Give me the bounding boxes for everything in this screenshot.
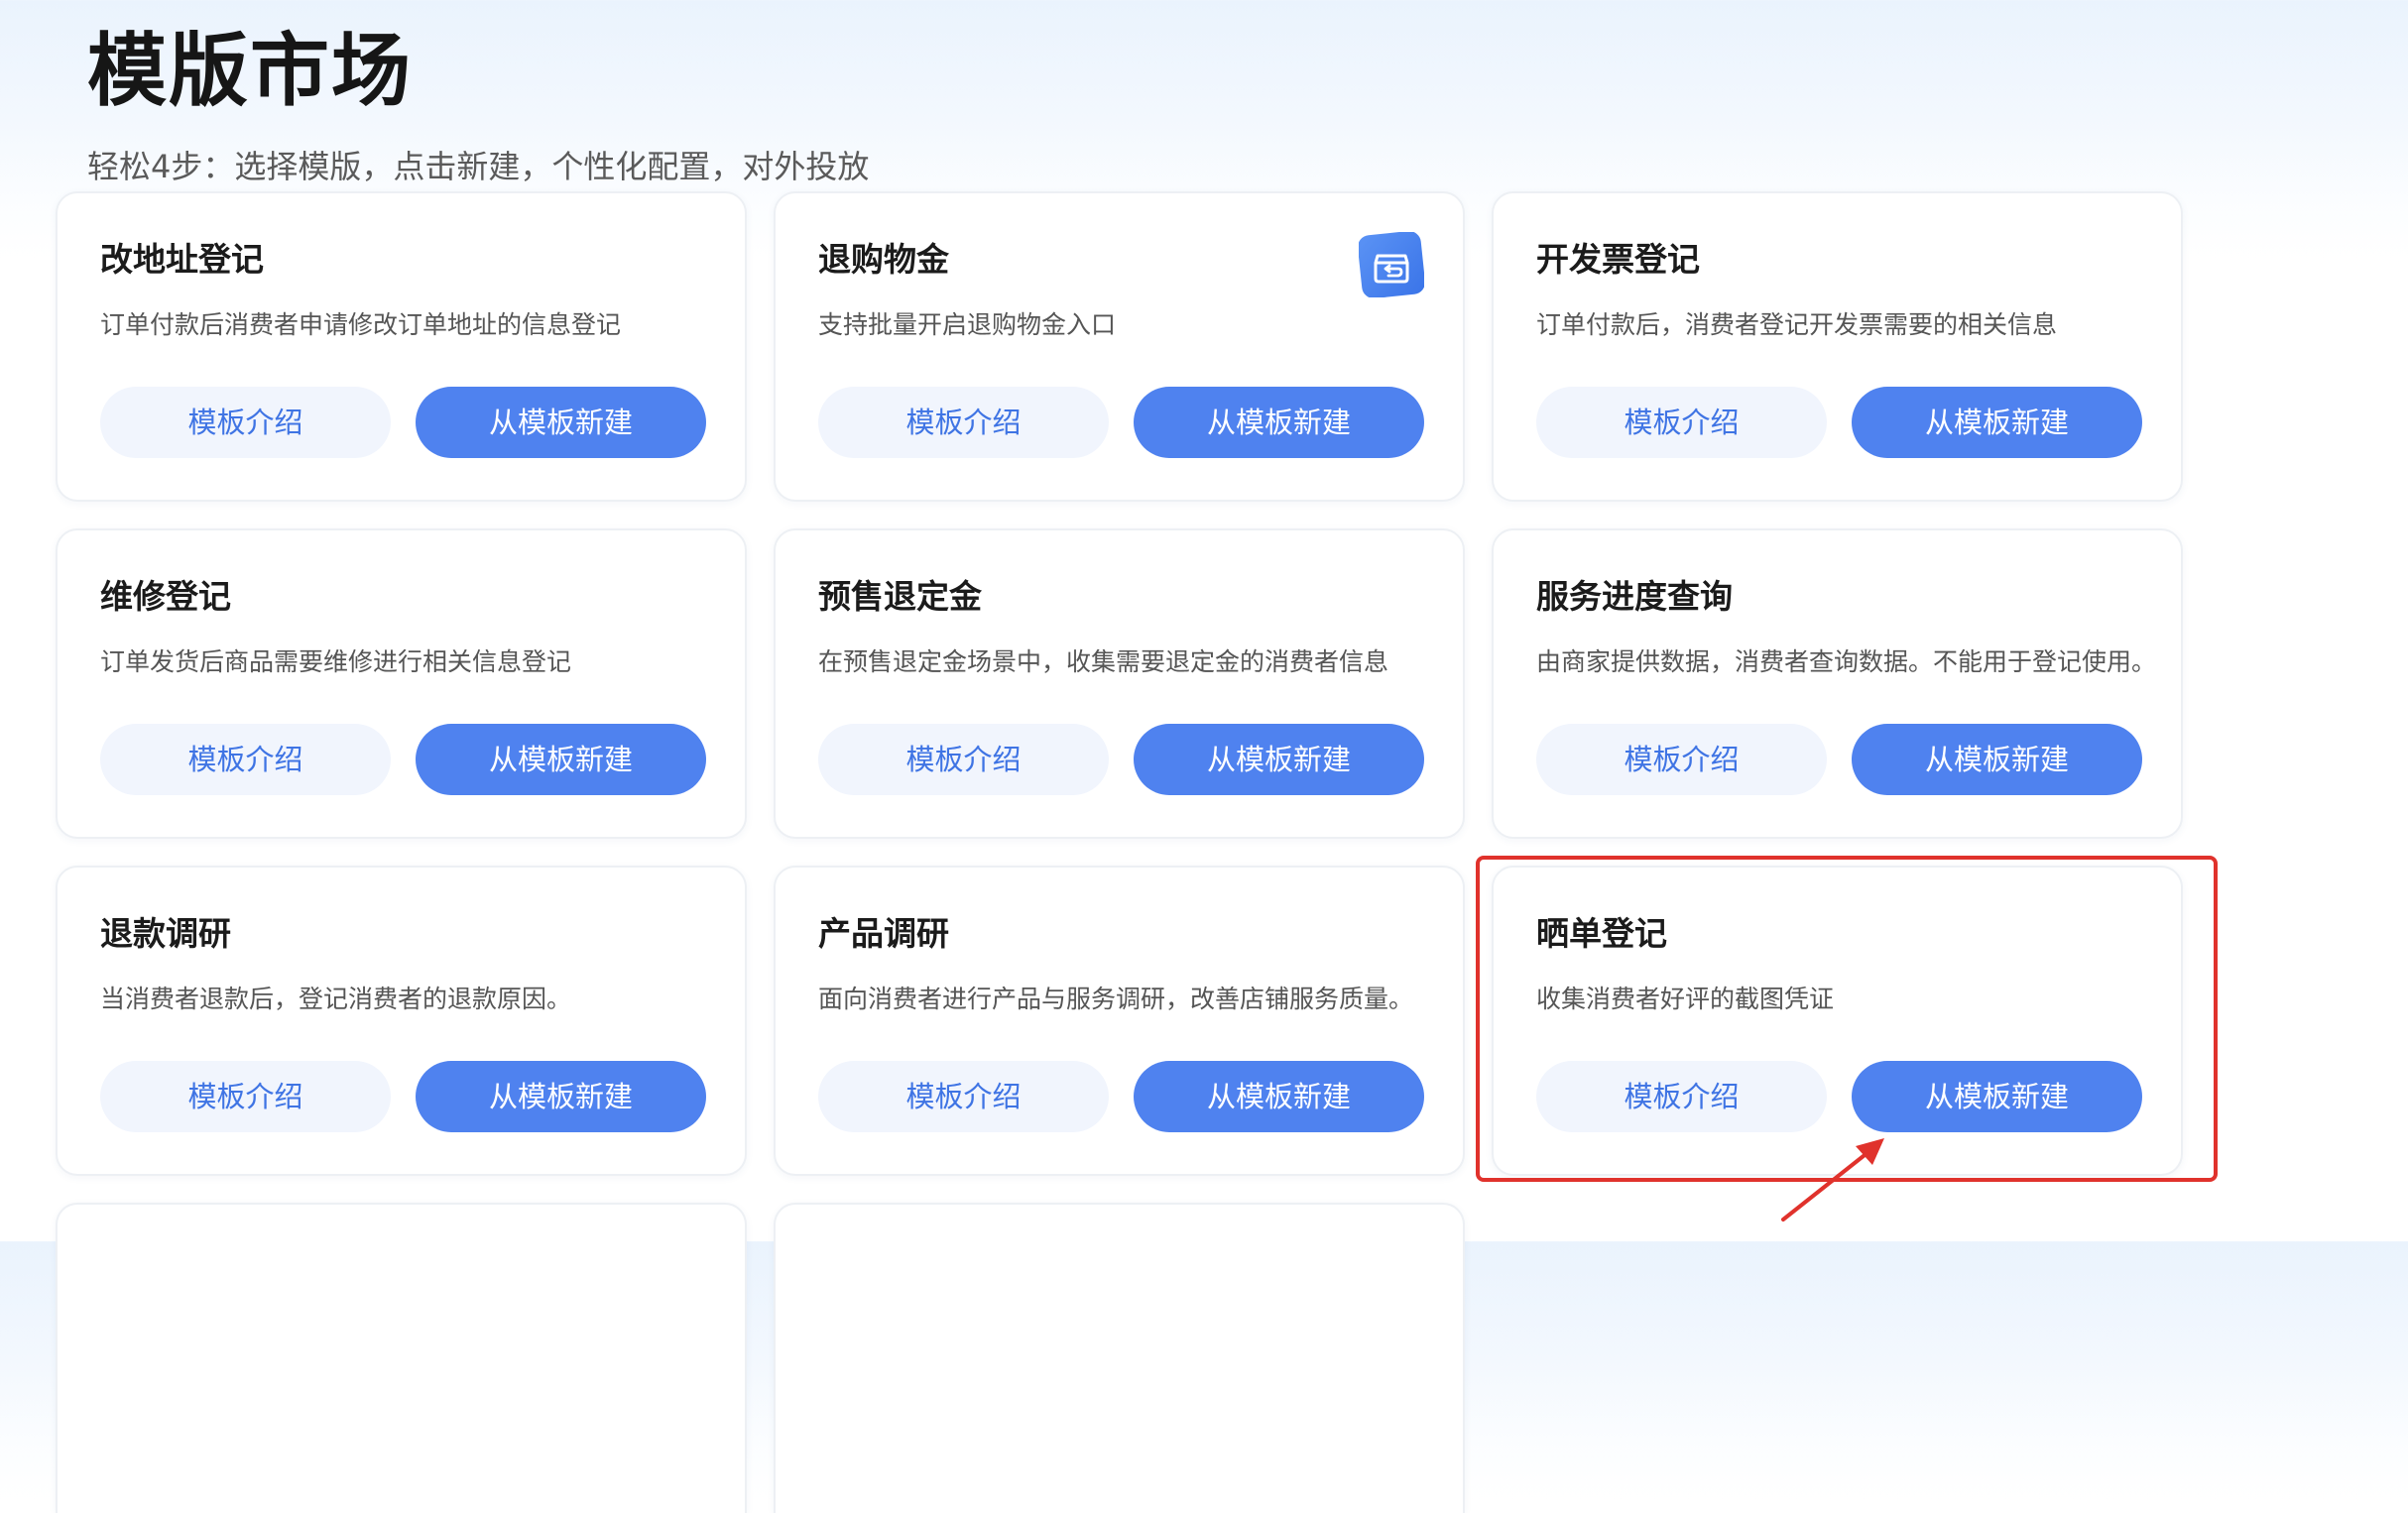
page-title: 模版市场 (87, 25, 413, 117)
create-from-template-button[interactable]: 从模板新建 (1134, 1061, 1424, 1132)
card-title: 预售退定金 (818, 577, 982, 616)
template-intro-button[interactable]: 模板介绍 (100, 1061, 391, 1132)
page-subtitle: 轻松4步：选择模版，点击新建，个性化配置，对外投放 (87, 148, 870, 185)
card-description: 订单发货后商品需要维修进行相关信息登记 (100, 647, 572, 676)
card-title: 服务进度查询 (1536, 577, 1733, 616)
card-title: 退款调研 (100, 914, 231, 953)
template-intro-button[interactable]: 模板介绍 (1536, 724, 1827, 795)
card-description: 订单付款后消费者申请修改订单地址的信息登记 (100, 310, 622, 339)
create-from-template-button[interactable]: 从模板新建 (416, 1061, 706, 1132)
annotation-arrow-icon (1781, 1138, 1884, 1222)
create-from-template-button[interactable]: 从模板新建 (1134, 387, 1424, 458)
template-card-partial (774, 1203, 1465, 1513)
card-title: 产品调研 (818, 914, 949, 953)
card-title: 改地址登记 (100, 240, 264, 279)
card-title: 维修登记 (100, 577, 231, 616)
template-grid: 改地址登记 订单付款后消费者申请修改订单地址的信息登记 模板介绍 从模板新建 退… (56, 191, 2188, 1513)
template-card-presale-deposit-refund: 预售退定金 在预售退定金场景中，收集需要退定金的消费者信息 模板介绍 从模板新建 (774, 528, 1465, 839)
card-description: 面向消费者进行产品与服务调研，改善店铺服务质量。 (818, 985, 1414, 1013)
template-card-repair: 维修登记 订单发货后商品需要维修进行相关信息登记 模板介绍 从模板新建 (56, 528, 747, 839)
template-card-product-survey: 产品调研 面向消费者进行产品与服务调研，改善店铺服务质量。 模板介绍 从模板新建 (774, 866, 1465, 1176)
template-card-address-change: 改地址登记 订单付款后消费者申请修改订单地址的信息登记 模板介绍 从模板新建 (56, 191, 747, 502)
template-card-service-progress-query: 服务进度查询 由商家提供数据，消费者查询数据。不能用于登记使用。 模板介绍 从模… (1492, 528, 2183, 839)
template-intro-button[interactable]: 模板介绍 (100, 387, 391, 458)
template-intro-button[interactable]: 模板介绍 (100, 724, 391, 795)
card-description: 由商家提供数据，消费者查询数据。不能用于登记使用。 (1536, 647, 2157, 676)
card-title: 退购物金 (818, 240, 949, 279)
card-description: 订单付款后，消费者登记开发票需要的相关信息 (1536, 310, 2058, 339)
create-from-template-button[interactable]: 从模板新建 (416, 724, 706, 795)
template-intro-button[interactable]: 模板介绍 (818, 1061, 1109, 1132)
create-from-template-button[interactable]: 从模板新建 (416, 387, 706, 458)
card-description: 支持批量开启退购物金入口 (818, 310, 1117, 339)
create-from-template-button[interactable]: 从模板新建 (1134, 724, 1424, 795)
template-card-invoice: 开发票登记 订单付款后，消费者登记开发票需要的相关信息 模板介绍 从模板新建 (1492, 191, 2183, 502)
template-card-partial (56, 1203, 747, 1513)
refund-box-icon (1359, 232, 1424, 297)
create-from-template-button[interactable]: 从模板新建 (1852, 724, 2142, 795)
card-description: 在预售退定金场景中，收集需要退定金的消费者信息 (818, 647, 1389, 676)
template-card-refund-shopping-gold: 退购物金 支持批量开启退购物金入口 模板介绍 从模板新建 (774, 191, 1465, 502)
create-from-template-button[interactable]: 从模板新建 (1852, 387, 2142, 458)
card-description: 当消费者退款后，登记消费者的退款原因。 (100, 985, 572, 1013)
template-intro-button[interactable]: 模板介绍 (818, 724, 1109, 795)
template-intro-button[interactable]: 模板介绍 (1536, 387, 1827, 458)
template-card-refund-survey: 退款调研 当消费者退款后，登记消费者的退款原因。 模板介绍 从模板新建 (56, 866, 747, 1176)
card-title: 开发票登记 (1536, 240, 1700, 279)
template-intro-button[interactable]: 模板介绍 (818, 387, 1109, 458)
